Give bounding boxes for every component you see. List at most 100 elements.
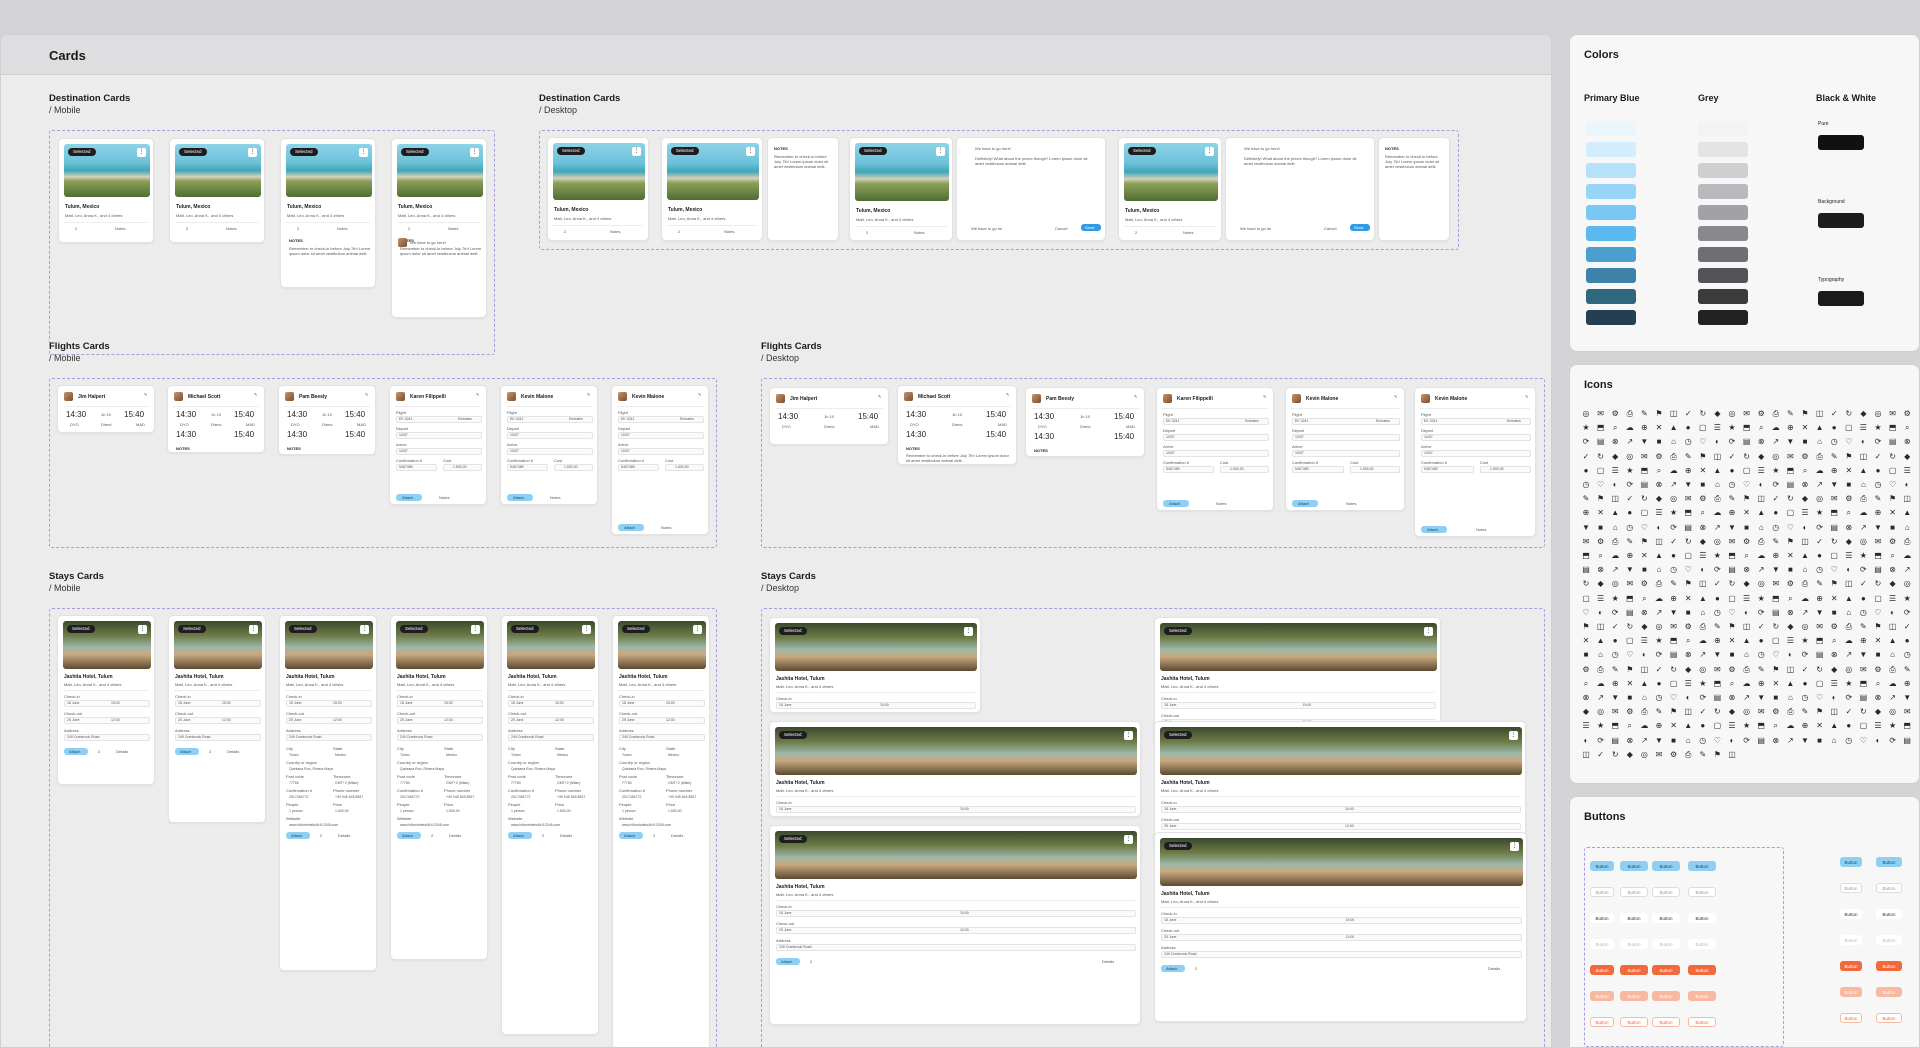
comments-count[interactable]: 2 <box>564 229 566 234</box>
depart-field[interactable] <box>1421 434 1531 441</box>
more-icon[interactable]: ⋮ <box>470 148 479 157</box>
attach-label[interactable]: Attach <box>402 495 413 500</box>
button-sample[interactable]: Button <box>1652 861 1680 871</box>
selected-badge[interactable]: Selected <box>622 625 650 633</box>
comments-count[interactable]: 2 <box>866 230 868 235</box>
notes-button[interactable]: Notes <box>550 495 560 500</box>
more-icon[interactable]: ⋮ <box>138 625 147 634</box>
edit-icon[interactable]: ✎ <box>254 392 257 397</box>
selected-badge[interactable]: Selected <box>859 147 887 155</box>
selected-badge[interactable]: Selected <box>1164 731 1192 739</box>
details-button[interactable]: Details <box>449 833 461 838</box>
destination-card[interactable]: Selected ⋮ Tulum, Mexico Matt, Leo, Anna K.… <box>1118 137 1222 241</box>
details-button[interactable]: Details <box>1488 966 1500 971</box>
notes-button[interactable]: Notes <box>115 226 125 231</box>
selected-badge[interactable]: Selected <box>511 625 539 633</box>
flight-card[interactable]: Kevin Malone ✎ Flight EK 3241 Emirates Depart… <box>500 385 598 505</box>
button-sample[interactable]: Button <box>1590 887 1614 897</box>
arrive-field[interactable] <box>1163 450 1269 457</box>
button-sample-sm[interactable]: Button <box>1840 857 1862 867</box>
more-icon[interactable]: ⋮ <box>1509 731 1518 740</box>
checkin-date-field[interactable] <box>1161 917 1522 924</box>
button-sample[interactable]: Button <box>1620 991 1648 1001</box>
button-sample[interactable]: Button <box>1620 913 1648 923</box>
attach-label[interactable]: Attach <box>513 495 524 500</box>
button-sample[interactable]: Button <box>1620 861 1648 871</box>
edit-icon[interactable]: ✎ <box>476 392 479 397</box>
arrive-field[interactable] <box>618 448 704 455</box>
flight-card[interactable]: Kevin Malone ✎ Flight EK 3241 Emirates Depart… <box>1285 387 1405 511</box>
depart-field[interactable] <box>618 432 704 439</box>
button-sample-sm[interactable]: Button <box>1840 987 1862 997</box>
destination-card[interactable]: Selected ⋮ Tulum, Mexico Matt, Leo, Anna K.… <box>391 138 487 318</box>
edit-icon[interactable]: ✎ <box>1525 394 1528 399</box>
comments-count[interactable]: 2 <box>297 226 299 231</box>
more-icon[interactable]: ⋮ <box>964 627 973 636</box>
edit-icon[interactable]: ✎ <box>1134 394 1137 399</box>
button-sample[interactable]: Button <box>1590 965 1614 975</box>
attach-label[interactable]: Attach <box>513 833 524 838</box>
notes-button[interactable]: Notes <box>448 226 458 231</box>
destination-card[interactable]: Selected ⋮ Tulum, Mexico Matt, Leo, Anna K.… <box>280 138 376 288</box>
selected-badge[interactable]: Selected <box>1128 147 1156 155</box>
more-icon[interactable]: ⋮ <box>248 148 257 157</box>
button-sample[interactable]: Button <box>1590 1017 1614 1027</box>
button-sample[interactable]: Button <box>1652 913 1680 923</box>
button-sample-sm[interactable]: Button <box>1876 857 1902 867</box>
notes-button[interactable]: Notes <box>1346 501 1356 506</box>
flight-card[interactable]: Kevin Malone ✎ Flight EK 3241 Emirates Depart… <box>1414 387 1536 537</box>
button-sample[interactable]: Button <box>1620 887 1648 897</box>
address-field[interactable] <box>776 944 1136 951</box>
button-sample-sm[interactable]: Button <box>1876 987 1902 997</box>
selected-badge[interactable]: Selected <box>400 625 428 633</box>
details-button[interactable]: Details <box>1102 959 1114 964</box>
attach-label[interactable]: Attach <box>1427 527 1438 532</box>
selected-badge[interactable]: Selected <box>779 731 807 739</box>
details-button[interactable]: Details <box>560 833 572 838</box>
comments-count[interactable]: 2 <box>75 226 77 231</box>
selected-badge[interactable]: Selected <box>1164 627 1192 635</box>
more-icon[interactable]: ⋮ <box>632 147 641 156</box>
flight-card[interactable]: Pam Beesly ✎ 14:30 1h 10 15:40 DYO Direct MAD 14… <box>278 385 376 455</box>
button-sample[interactable]: Button <box>1688 991 1716 1001</box>
flight-card[interactable]: Kevin Malone ✎ Flight EK 3241 Emirates Depart… <box>611 385 709 535</box>
notes-button[interactable]: Notes <box>914 230 924 235</box>
details-button[interactable]: Details <box>671 833 683 838</box>
cost-field[interactable] <box>1350 466 1400 473</box>
selected-badge[interactable]: Selected <box>67 625 95 633</box>
attach-label[interactable]: Attach <box>1169 501 1180 506</box>
comments-count[interactable]: 2 <box>1195 966 1197 971</box>
attach-label[interactable]: Attach <box>180 749 191 754</box>
notes-button[interactable]: Notes <box>610 229 620 234</box>
button-sample-sm[interactable]: Button <box>1876 1013 1902 1023</box>
selected-badge[interactable]: Selected <box>68 148 96 156</box>
checkin-date-field[interactable] <box>1161 806 1521 813</box>
button-sample-sm[interactable]: Button <box>1840 883 1862 893</box>
flight-card[interactable]: Jim Halpert ✎ 14:30 1h 10 15:40 DYO Direct MAD <box>769 387 889 445</box>
send-label[interactable]: Send <box>1354 225 1363 230</box>
more-icon[interactable]: ⋮ <box>936 147 945 156</box>
edit-icon[interactable]: ✎ <box>144 392 147 397</box>
arrive-field[interactable] <box>1292 450 1400 457</box>
attach-label[interactable]: Attach <box>624 525 635 530</box>
more-icon[interactable]: ⋮ <box>1510 842 1519 851</box>
checkout-date-field[interactable] <box>1161 823 1521 830</box>
notes-button[interactable]: Notes <box>1216 501 1226 506</box>
button-sample-sm[interactable]: Button <box>1840 961 1862 971</box>
comments-count[interactable]: 2 <box>98 749 100 754</box>
button-sample-sm[interactable]: Button <box>1876 909 1902 919</box>
stay-card[interactable]: Selected ⋮ Jashita Hotel, Tulum Matt, Leo, … <box>1154 832 1527 1022</box>
more-icon[interactable]: ⋮ <box>137 148 146 157</box>
button-sample[interactable]: Button <box>1688 913 1716 923</box>
button-sample[interactable]: Button <box>1590 913 1614 923</box>
destination-card[interactable]: Selected ⋮ Tulum, Mexico Matt, Leo, Anna K.… <box>169 138 265 243</box>
attach-label[interactable]: Attach <box>781 959 792 964</box>
more-icon[interactable]: ⋮ <box>1124 835 1133 844</box>
more-icon[interactable]: ⋮ <box>471 625 480 634</box>
button-sample[interactable]: Button <box>1620 965 1648 975</box>
edit-icon[interactable]: ✎ <box>1263 394 1266 399</box>
depart-field[interactable] <box>396 432 482 439</box>
attach-label[interactable]: Attach <box>624 833 635 838</box>
attach-label[interactable]: Attach <box>69 749 80 754</box>
arrive-field[interactable] <box>507 448 593 455</box>
